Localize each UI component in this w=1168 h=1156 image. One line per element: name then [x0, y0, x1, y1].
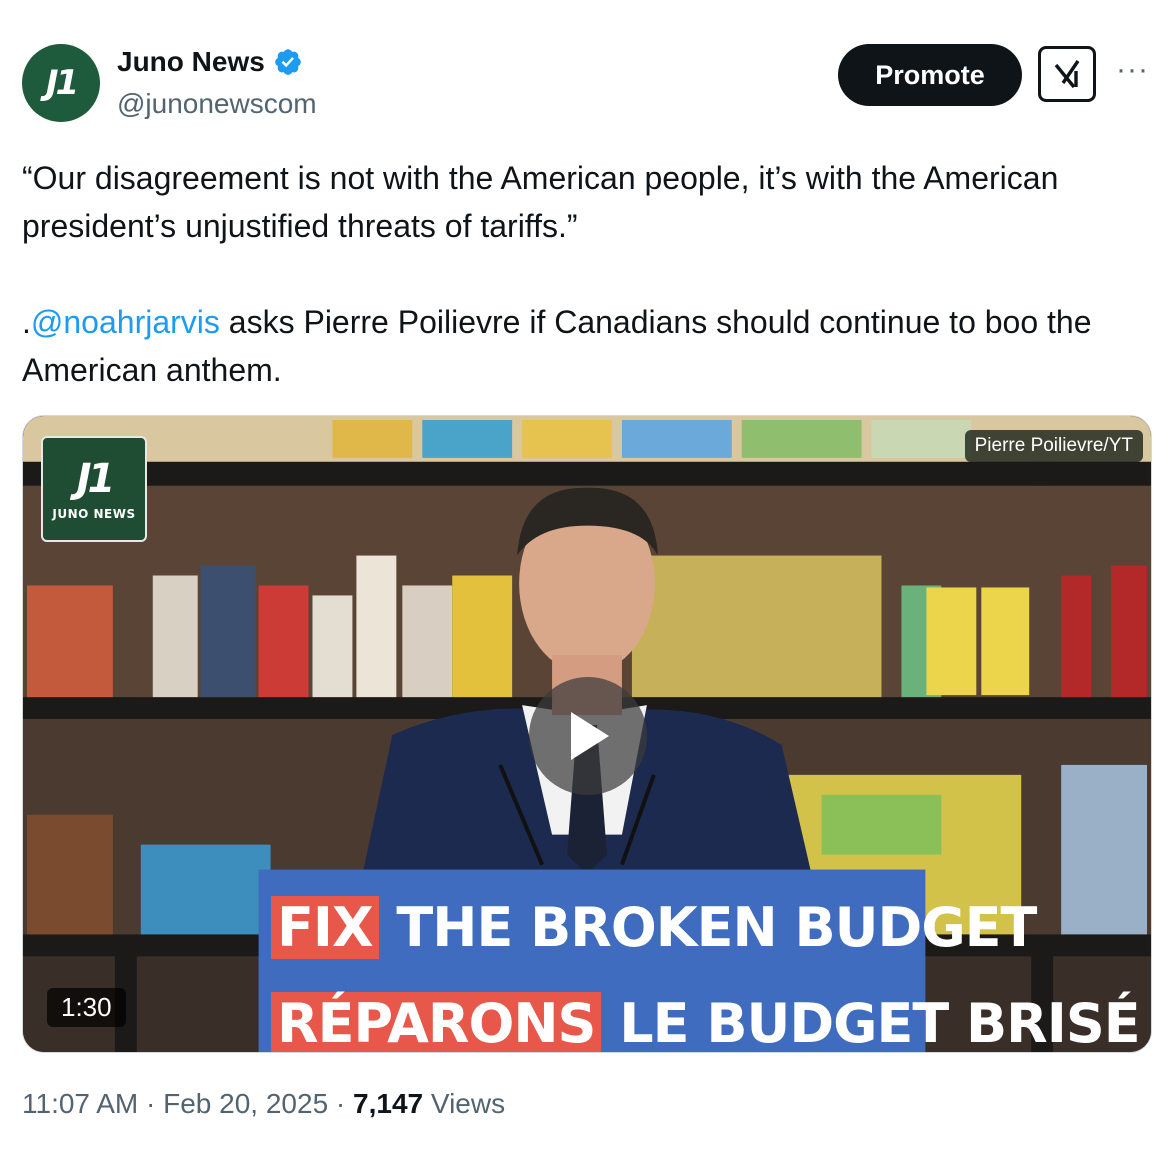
mention-link[interactable]: @noahrjarvis: [31, 304, 220, 340]
promote-button[interactable]: Promote: [838, 44, 1022, 106]
podium-line-1-rest: THE BROKEN BUDGET: [378, 896, 1037, 959]
tweet-prefix: .: [22, 304, 31, 340]
podium-line-2: RÉPARONS LE BUDGET BRISÉ: [271, 992, 1141, 1053]
juno-news-logo: J1 JUNO NEWS: [41, 436, 147, 542]
play-triangle-icon: [571, 712, 609, 760]
display-name[interactable]: Juno News: [117, 46, 265, 78]
verified-badge-icon: [275, 49, 301, 75]
views-count[interactable]: 7,147: [353, 1088, 423, 1119]
grok-glyph-icon: [1054, 60, 1080, 89]
logo-word: JUNO NEWS: [52, 507, 136, 521]
tweet-body: .@noahrjarvis asks Pierre Poilievre if C…: [22, 298, 1142, 394]
tweet-text: “Our disagreement is not with the Americ…: [22, 154, 1142, 394]
meta-separator-1: ·: [138, 1088, 164, 1119]
logo-mark: J1: [76, 456, 116, 502]
video-credit: Pierre Poilievre/YT: [964, 430, 1143, 462]
account-handle[interactable]: @junonewscom: [117, 88, 317, 120]
more-icon[interactable]: ···: [1116, 55, 1149, 85]
grok-icon[interactable]: [1038, 46, 1096, 102]
play-icon[interactable]: [529, 677, 647, 795]
podium-line-1-highlight: FIX: [271, 896, 379, 959]
views-label: Views: [423, 1088, 506, 1119]
name-row: Juno News: [117, 46, 303, 78]
tweet-date[interactable]: Feb 20, 2025: [163, 1088, 328, 1119]
meta-separator-2: ·: [328, 1088, 354, 1119]
podium-line-2-highlight: RÉPARONS: [271, 992, 602, 1052]
video-duration: 1:30: [47, 988, 126, 1027]
video-player[interactable]: J1 JUNO NEWS Pierre Poilievre/YT FIX THE…: [22, 415, 1152, 1053]
tweet-meta: 11:07 AM · Feb 20, 2025 · 7,147 Views: [22, 1088, 505, 1120]
avatar-logo-text: J1: [45, 63, 79, 103]
tweet-quote: “Our disagreement is not with the Americ…: [22, 160, 1059, 244]
podium-line-2-rest: LE BUDGET BRISÉ: [601, 992, 1140, 1053]
podium-line-1: FIX THE BROKEN BUDGET: [271, 896, 1037, 959]
account-avatar[interactable]: J1: [22, 44, 100, 122]
tweet-time[interactable]: 11:07 AM: [22, 1088, 138, 1119]
